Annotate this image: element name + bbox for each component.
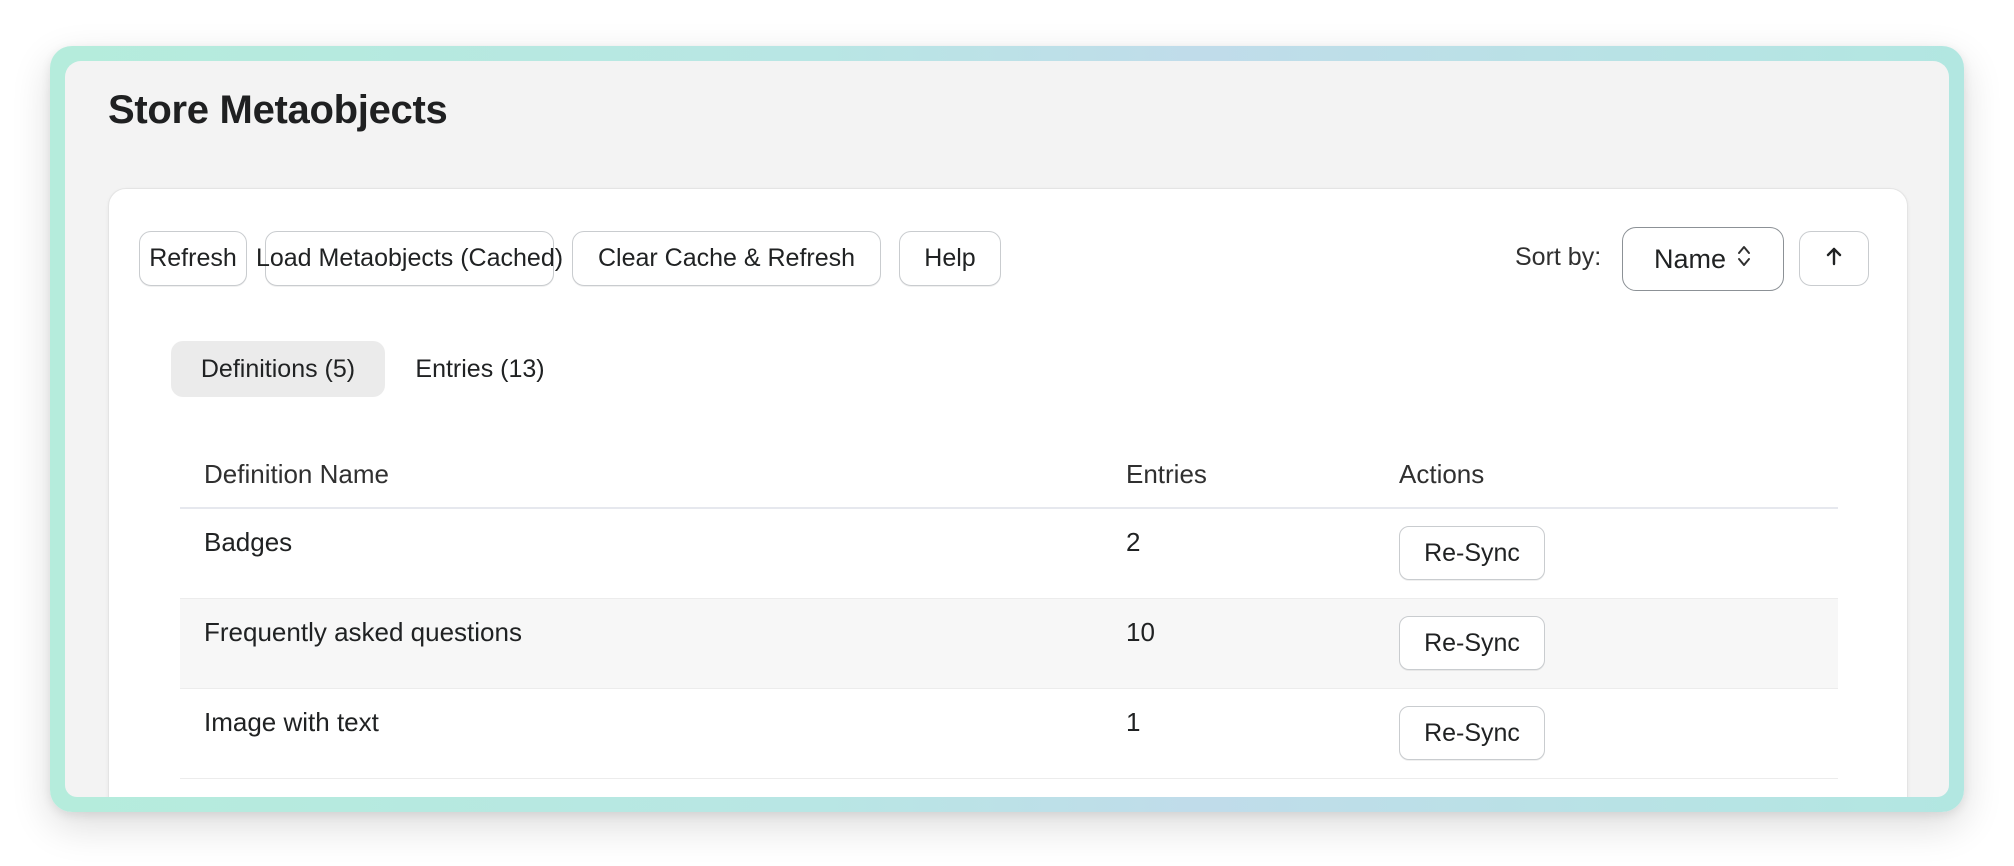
app-window: Store Metaobjects Refresh Load Metaobjec… [65,61,1949,797]
table-row: Frequently asked questions 10 Re-Sync [180,599,1838,689]
sort-direction-button[interactable] [1799,231,1869,286]
help-button[interactable]: Help [899,231,1001,286]
entries-count-cell: 1 [1126,707,1141,737]
column-header-actions: Actions [1399,459,1485,489]
clear-cache-refresh-button[interactable]: Clear Cache & Refresh [572,231,881,286]
resync-button[interactable]: Re-Sync [1399,526,1545,580]
resync-button[interactable]: Re-Sync [1399,706,1545,760]
column-header-definition-name: Definition Name [204,459,389,489]
refresh-button[interactable]: Refresh [139,231,247,286]
resync-button[interactable]: Re-Sync [1399,616,1545,670]
sort-select-value: Name [1653,243,1727,274]
table-row: Badges 2 Re-Sync [180,509,1838,599]
arrow-up-icon [1824,245,1844,272]
tab-definitions[interactable]: Definitions (5) [171,341,385,397]
sort-label: Sort by: [1515,243,1602,271]
entries-count-cell: 2 [1126,527,1141,557]
definition-name-cell: Frequently asked questions [204,617,522,647]
table-row: Image with text 1 Re-Sync [180,689,1838,779]
entries-count-cell: 10 [1126,617,1155,647]
tab-entries[interactable]: Entries (13) [395,341,565,397]
sort-select[interactable]: Name [1622,227,1784,291]
metaobjects-card: Refresh Load Metaobjects (Cached) Clear … [108,188,1908,797]
table-header: Definition Name Entries Actions [180,459,1838,509]
page-title: Store Metaobjects [108,88,448,132]
chevron-up-down-icon [1736,243,1752,276]
definitions-table: Definition Name Entries Actions Badges 2… [180,459,1838,779]
column-header-entries: Entries [1126,459,1207,489]
load-cached-button[interactable]: Load Metaobjects (Cached) [256,231,563,286]
definition-name-cell: Image with text [204,707,379,737]
definition-name-cell: Badges [204,527,293,557]
